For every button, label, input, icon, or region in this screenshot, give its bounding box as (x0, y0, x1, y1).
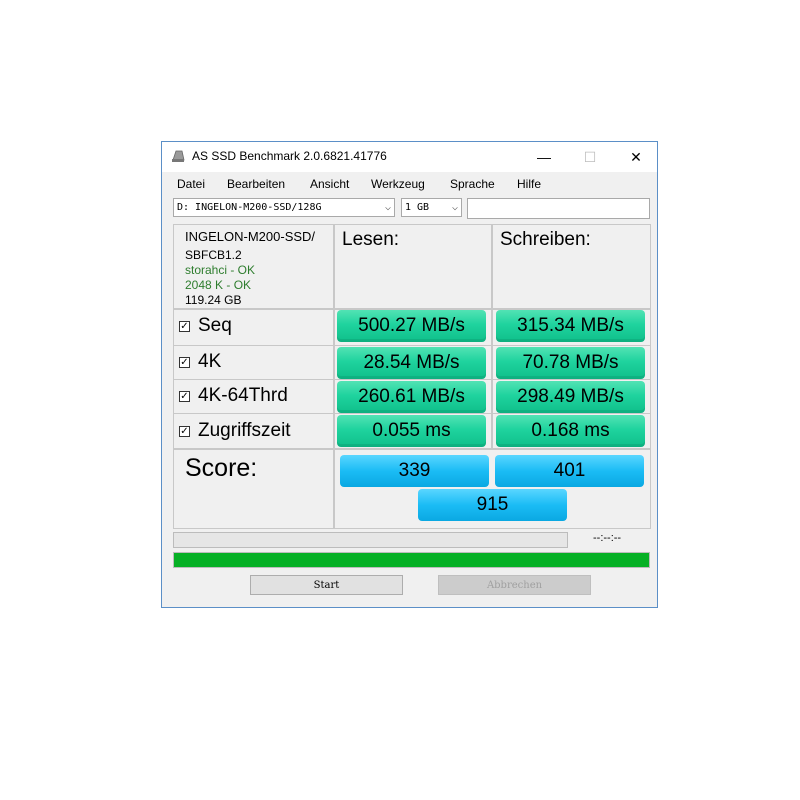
drive-firmware: SBFCB1.2 (185, 248, 242, 262)
minimize-button[interactable]: — (521, 142, 567, 172)
row-access-label: Zugriffszeit (198, 420, 291, 441)
window-title: AS SSD Benchmark 2.0.6821.41776 (192, 149, 387, 163)
grid-border (173, 528, 651, 529)
overall-progress-fill (174, 553, 649, 567)
size-select-value: 1 GB (405, 202, 430, 213)
access-write-value: 0.168 ms (496, 415, 645, 447)
chevron-down-icon: ⌵ (384, 202, 391, 213)
row-4k64-label: 4K-64Thrd (198, 385, 288, 406)
row-4k-label: 4K (198, 351, 222, 372)
row-access-checkbox[interactable]: ✓ Zugriffszeit (179, 419, 291, 443)
menu-datei[interactable]: Datei (177, 177, 205, 191)
4k64-read-value: 260.61 MB/s (337, 381, 486, 413)
drive-model: INGELON-M200-SSD/ (185, 229, 316, 244)
check-icon[interactable]: ✓ (179, 320, 190, 332)
menu-hilfe[interactable]: Hilfe (517, 177, 541, 191)
drive-select-value: D: INGELON-M200-SSD/128G (177, 202, 322, 213)
size-select[interactable]: 1 GB ⌵ (401, 198, 462, 217)
score-label: Score: (185, 454, 258, 482)
row-4k-checkbox[interactable]: ✓ 4K (179, 350, 221, 374)
write-header: Schreiben: (500, 229, 591, 250)
score-read: 339 (340, 455, 489, 487)
4k64-write-value: 298.49 MB/s (496, 381, 645, 413)
grid-divider (173, 379, 651, 380)
grid-divider (173, 413, 651, 414)
app-window: AS SSD Benchmark 2.0.6821.41776 — ☐ ✕ Da… (161, 141, 658, 608)
text-input[interactable] (467, 198, 650, 219)
row-seq-checkbox[interactable]: ✓ Seq (179, 314, 232, 338)
row-4k64-checkbox[interactable]: ✓ 4K-64Thrd (179, 384, 288, 408)
check-icon[interactable]: ✓ (179, 425, 190, 437)
close-button[interactable]: ✕ (613, 142, 659, 172)
check-icon[interactable]: ✓ (179, 390, 190, 402)
grid-divider (173, 448, 651, 450)
access-read-value: 0.055 ms (337, 415, 486, 447)
start-button[interactable]: Start (250, 575, 403, 595)
menu-sprache[interactable]: Sprache (450, 177, 495, 191)
alignment-status: 2048 K - OK (185, 278, 252, 292)
menu-bearbeiten[interactable]: Bearbeiten (227, 177, 285, 191)
check-icon[interactable]: ✓ (179, 356, 190, 368)
menu-bar: Datei Bearbeiten Ansicht Werkzeug Sprach… (162, 174, 657, 194)
test-progress-bar (173, 532, 568, 548)
grid-divider (491, 224, 493, 450)
menu-werkzeug[interactable]: Werkzeug (371, 177, 425, 191)
4k-write-value: 70.78 MB/s (496, 347, 645, 379)
menu-ansicht[interactable]: Ansicht (310, 177, 349, 191)
drive-icon (172, 150, 185, 162)
elapsed-time: --:--:-- (593, 532, 622, 544)
grid-border (173, 224, 174, 529)
row-seq-label: Seq (198, 315, 232, 336)
abort-button[interactable]: Abbrechen (438, 575, 591, 595)
drive-select[interactable]: D: INGELON-M200-SSD/128G ⌵ (173, 198, 395, 217)
maximize-button[interactable]: ☐ (567, 142, 613, 172)
4k-read-value: 28.54 MB/s (337, 347, 486, 379)
score-total: 915 (418, 489, 567, 521)
seq-write-value: 315.34 MB/s (496, 310, 645, 342)
driver-status: storahci - OK (185, 263, 256, 277)
grid-border (173, 224, 651, 225)
grid-border (650, 224, 651, 529)
read-header: Lesen: (342, 229, 400, 250)
grid-divider (173, 345, 651, 346)
chevron-down-icon: ⌵ (451, 202, 458, 213)
overall-progress-bar (173, 552, 650, 568)
drive-capacity: 119.24 GB (185, 293, 242, 307)
title-bar[interactable]: AS SSD Benchmark 2.0.6821.41776 — ☐ ✕ (162, 142, 657, 172)
seq-read-value: 500.27 MB/s (337, 310, 486, 342)
grid-divider (333, 224, 335, 529)
score-write: 401 (495, 455, 644, 487)
